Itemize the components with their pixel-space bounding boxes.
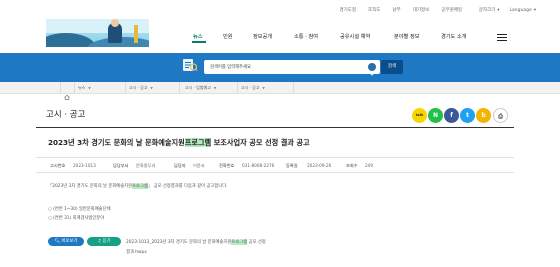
- util-link-air[interactable]: 대기정보: [413, 7, 430, 13]
- breadcrumb-divider: [179, 82, 180, 94]
- attachment-filename[interactable]: 2023-1013_2023년 3차 경기도 문화의 날 문화예술지원프로그램 …: [126, 239, 266, 245]
- breadcrumb-divider: [293, 82, 294, 94]
- meta-key-views: 조회수: [346, 163, 358, 168]
- nav-item-info[interactable]: 정보공개: [253, 33, 272, 40]
- breadcrumb-divider: [237, 82, 238, 94]
- meta-value-department: 문화종무과: [136, 163, 156, 168]
- breadcrumb-item-current[interactable]: 고시 · 공고 ▼: [241, 85, 265, 91]
- util-link-mail[interactable]: 공무원메일: [441, 7, 462, 13]
- print-label: ⎙: [498, 113, 503, 120]
- font-size-control[interactable]: 글자크기 ▾: [479, 7, 500, 13]
- view-file-label: 바로보기: [61, 239, 78, 244]
- search-icon: 🔍︎: [54, 239, 61, 244]
- search-highlight: 프로그램: [231, 240, 248, 245]
- band-share-icon[interactable]: b: [476, 108, 491, 123]
- search-highlight: 프로그램: [184, 138, 212, 147]
- listen-label: 듣기: [102, 239, 111, 244]
- banner-lamp: [134, 25, 138, 43]
- home-icon[interactable]: [64, 85, 70, 100]
- search-highlight: 프로그램: [132, 184, 148, 189]
- language-label: Language: [509, 7, 532, 13]
- util-link-gyeonggi[interactable]: 경기도청: [339, 7, 356, 13]
- article-body-intro: 「2023년 3차 경기도 문화의 날 문화예술지원프로그램」 공모 선정결과를…: [48, 183, 228, 189]
- body-text: 」 공모 선정결과를 다음과 같이 공고합니다.: [147, 184, 228, 189]
- facebook-label: f: [450, 112, 453, 119]
- chevron-down-icon: ▼: [150, 86, 153, 90]
- meta-value-phone: 031-8008-2276: [242, 163, 275, 168]
- util-link-org[interactable]: 조직도: [368, 7, 380, 13]
- chevron-down-icon: ▼: [88, 86, 91, 90]
- nav-item-civil[interactable]: 민원: [223, 33, 233, 40]
- band-label: b: [481, 112, 486, 119]
- search-placeholder: 검색어를 입력해주세요: [210, 65, 251, 70]
- meta-key-manager: 담당자: [174, 163, 186, 168]
- attachment-text: 2023-1013_2023년 3차 경기도 문화의 날 문화예술지원: [126, 240, 232, 245]
- attachment-text: 공모 선정: [247, 240, 266, 245]
- breadcrumb-item-legislation[interactable]: 고시 · 입법예고 ▼: [185, 85, 216, 91]
- chevron-down-icon: ▼: [213, 86, 217, 90]
- nav-item-fields[interactable]: 분야별 정보: [394, 33, 420, 40]
- search-illustration-icon: [181, 56, 198, 73]
- breadcrumb-label: 고시 · 공고: [129, 85, 148, 90]
- article-title-text: 보조사업자 공모 선정 결과 공고: [211, 138, 310, 147]
- chevron-down-icon: ▾: [533, 7, 536, 13]
- breadcrumb-label: 고시 · 공고: [241, 85, 260, 90]
- util-link-south[interactable]: 남부: [392, 7, 400, 13]
- twitter-label: t: [466, 112, 469, 119]
- nav-item-news[interactable]: 뉴스: [193, 33, 203, 40]
- breadcrumb-divider: [74, 82, 75, 94]
- kakao-share-icon[interactable]: talk: [412, 108, 427, 123]
- article-meta: [36, 157, 514, 173]
- article-title: 2023년 3차 경기도 문화의 날 문화예술지원프로그램 보조사업자 공모 선…: [48, 138, 310, 148]
- print-icon[interactable]: ⎙: [493, 108, 508, 123]
- article-title-text: 2023년 3차 경기도 문화의 날 문화예술지원: [48, 138, 185, 147]
- article-body-item: ○ (연번 31) 회계검사법인분야: [48, 216, 105, 221]
- nav-item-about[interactable]: 경기도 소개: [441, 33, 467, 40]
- attachment-filename-cont[interactable]: 결과.hwpx: [126, 249, 147, 255]
- breadcrumb-divider: [125, 82, 126, 94]
- nav-item-facility[interactable]: 공유시설 예약: [340, 33, 370, 40]
- utility-right: 글자크기 ▾ Language ▾: [479, 7, 536, 14]
- logo-banner[interactable]: [46, 19, 149, 47]
- meta-key-notice-no: 고시번호: [50, 163, 66, 168]
- nav-active-indicator: [192, 41, 206, 43]
- hamburger-menu-icon[interactable]: [497, 34, 507, 42]
- naver-share-icon[interactable]: N: [428, 108, 443, 123]
- banner-person-head: [111, 19, 119, 27]
- twitter-share-icon[interactable]: t: [460, 108, 475, 123]
- chevron-down-icon: ▼: [262, 86, 265, 90]
- breadcrumb-item-notice[interactable]: 고시 · 공고 ▼: [129, 85, 153, 91]
- search-button[interactable]: 검색: [381, 60, 403, 74]
- body-text: 「2023년 3차 경기도 문화의 날 문화예술지원: [48, 184, 133, 189]
- listen-button[interactable]: ♫ 듣기: [87, 237, 121, 246]
- breadcrumb-label: 고시 · 입법예고: [185, 85, 211, 90]
- meta-key-date: 등록일: [286, 163, 298, 168]
- meta-value-manager: 이윤서: [193, 163, 205, 168]
- meta-key-department: 담당부서: [113, 163, 129, 168]
- facebook-share-icon[interactable]: f: [444, 108, 459, 123]
- breadcrumb-label: 뉴스: [78, 85, 86, 90]
- meta-key-phone: 전화번호: [219, 163, 235, 168]
- language-select[interactable]: Language ▾: [510, 8, 536, 13]
- meta-value-date: 2023-09-26: [307, 163, 332, 168]
- headphones-icon: ♫: [97, 239, 102, 244]
- search-options-icon[interactable]: [368, 63, 376, 76]
- article-body-item: ○ (연번 1~30) 일반문화예술단체: [48, 207, 111, 212]
- nav-item-participation[interactable]: 소통 · 참여: [294, 33, 318, 40]
- utility-bar: 경기도청 조직도 남부 대기정보 공무원메일 글자크기 ▾ Language ▾: [0, 0, 560, 20]
- breadcrumb-divider: [60, 82, 61, 94]
- kakao-label: talk: [415, 113, 424, 117]
- title-divider: [36, 127, 514, 128]
- chevron-down-icon: ▾: [497, 8, 500, 13]
- page-title: 고시 · 공고: [46, 110, 86, 120]
- meta-value-notice-no: 2023-1013: [73, 163, 96, 168]
- meta-value-views: 249: [365, 163, 373, 168]
- breadcrumb-item-news[interactable]: 뉴스 ▼: [78, 85, 91, 91]
- naver-label: N: [432, 112, 439, 119]
- font-size-label: 글자크기: [478, 8, 496, 13]
- utility-links: 경기도청 조직도 남부 대기정보 공무원메일: [339, 7, 462, 13]
- view-file-button[interactable]: 🔍︎ 바로보기: [48, 237, 84, 246]
